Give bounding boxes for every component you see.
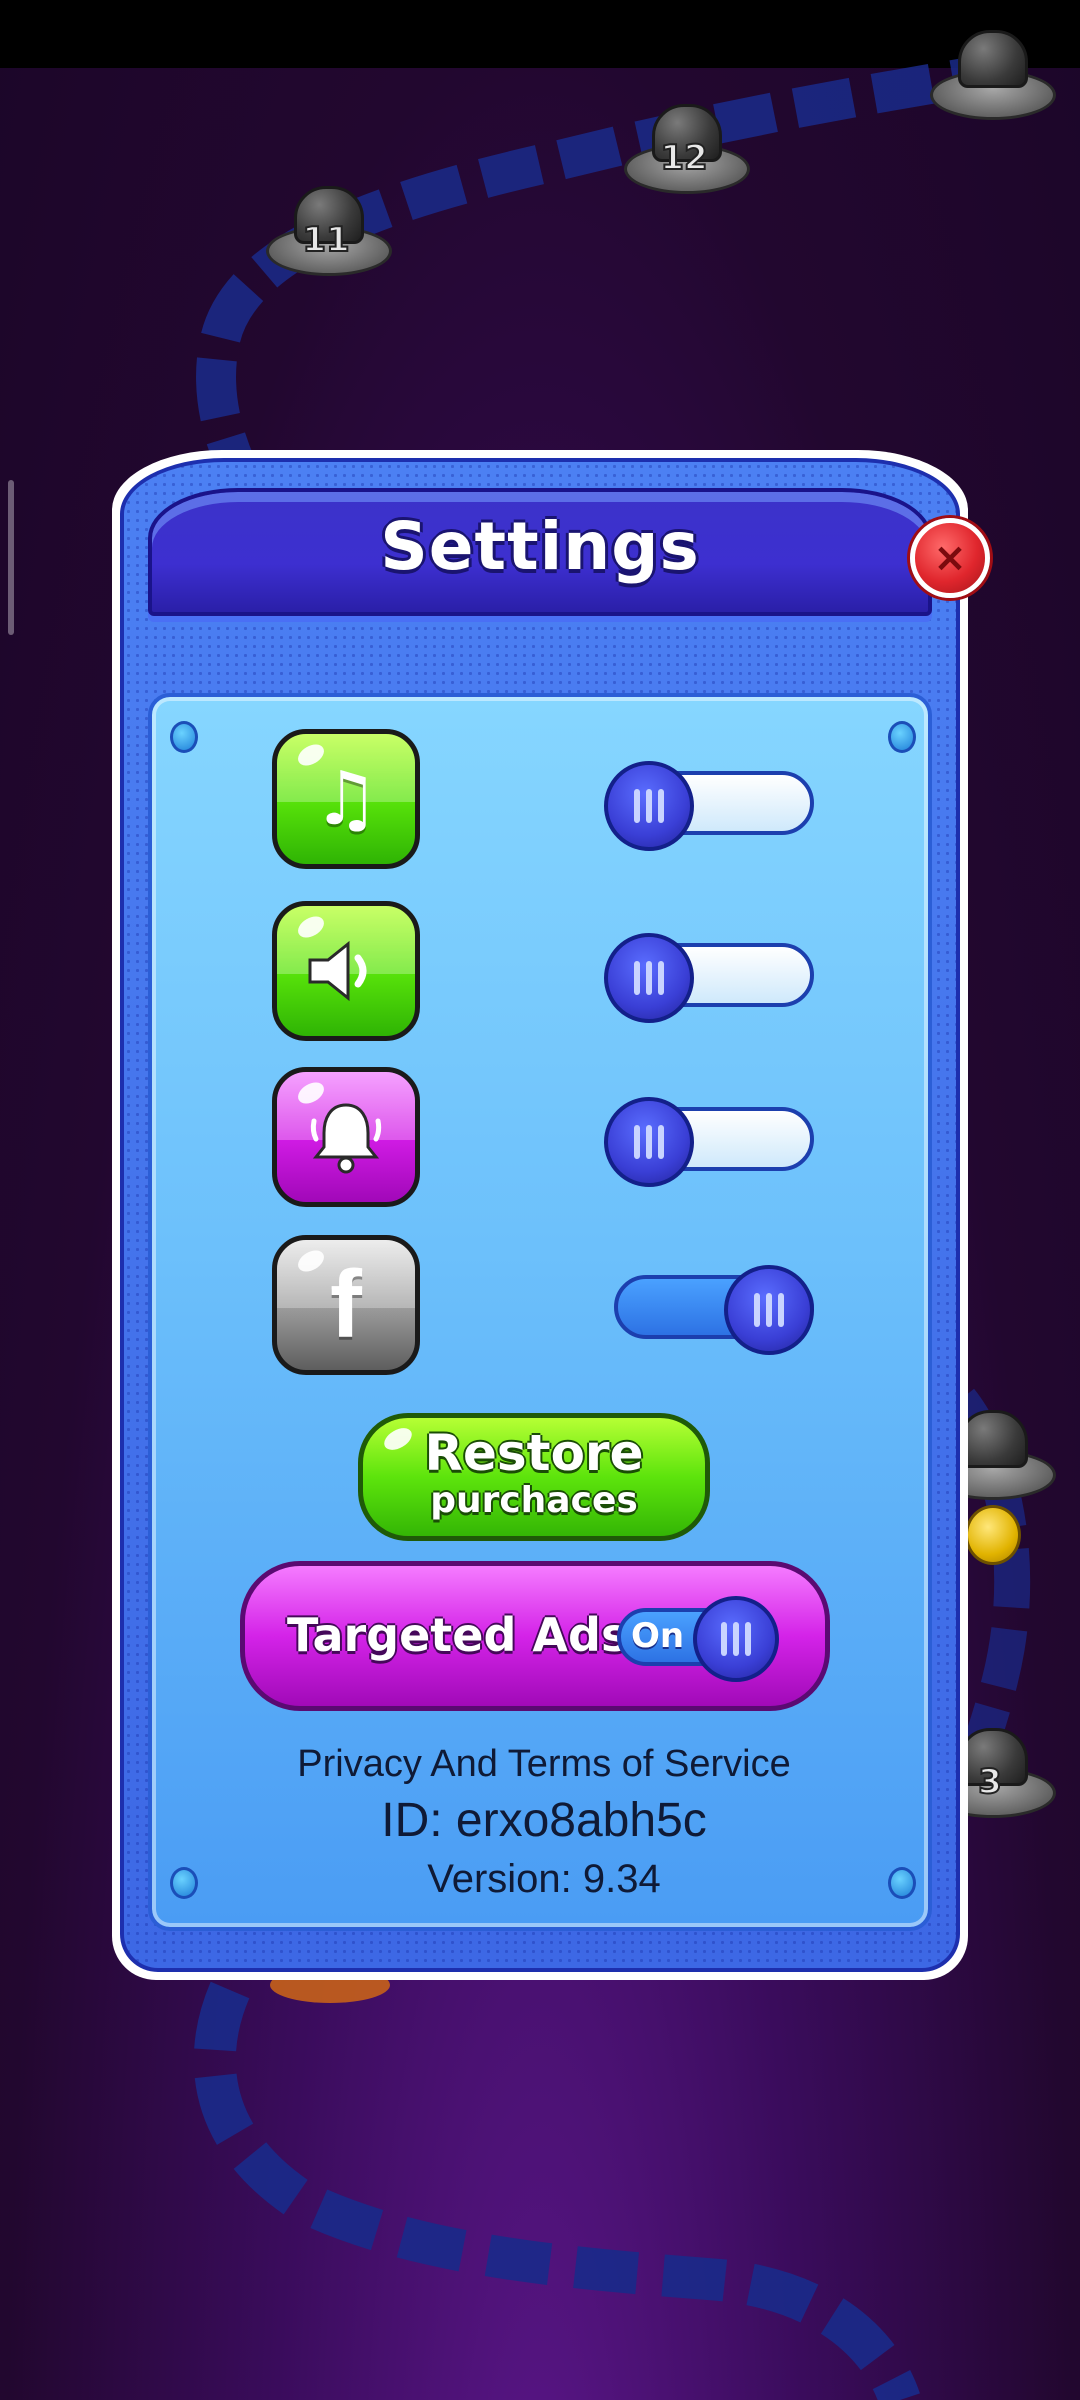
music-toggle[interactable] xyxy=(604,761,814,851)
rivet-icon xyxy=(170,721,198,753)
toggle-knob[interactable] xyxy=(604,933,694,1023)
toggle-state-label: On xyxy=(631,1616,685,1656)
facebook-toggle[interactable] xyxy=(614,1265,814,1355)
targeted-ads-bar[interactable]: Targeted Ads On xyxy=(240,1561,830,1711)
speaker-icon xyxy=(308,940,367,1002)
music-note-icon: ♫ xyxy=(312,756,380,842)
notifications-toggle[interactable] xyxy=(604,1097,814,1187)
bell-icon xyxy=(310,1103,382,1174)
rivet-icon xyxy=(888,721,916,753)
coin-icon xyxy=(965,1505,1021,1565)
modal-title: Settings xyxy=(380,508,700,585)
facebook-icon: f xyxy=(330,1251,362,1358)
sound-button[interactable] xyxy=(272,901,420,1041)
toggle-knob[interactable] xyxy=(693,1596,779,1682)
level-node-12[interactable]: 12 xyxy=(624,104,750,194)
settings-modal: Settings × ♫ f Restore purchaces Targete… xyxy=(112,450,990,1980)
purchases-label: purchaces xyxy=(430,1480,638,1521)
version-label: Version: 9.34 xyxy=(427,1857,661,1901)
facebook-button[interactable]: f xyxy=(272,1235,420,1375)
level-node-11[interactable]: 11 xyxy=(266,186,392,276)
level-number: 11 xyxy=(301,219,350,261)
music-button[interactable]: ♫ xyxy=(272,729,420,869)
targeted-ads-label: Targeted Ads xyxy=(287,1608,629,1662)
level-node-partial[interactable] xyxy=(930,30,1056,120)
toggle-knob[interactable] xyxy=(724,1265,814,1355)
restore-purchases-button[interactable]: Restore purchaces xyxy=(358,1413,710,1541)
toggle-knob[interactable] xyxy=(604,761,694,851)
privacy-terms-link[interactable]: Privacy And Terms of Service xyxy=(152,1743,936,1786)
notifications-button[interactable] xyxy=(272,1067,420,1207)
player-id: ID: erxo8abh5c xyxy=(381,1794,707,1847)
close-button[interactable]: × xyxy=(910,518,990,598)
targeted-ads-toggle[interactable]: On xyxy=(617,1596,779,1682)
restore-label: Restore xyxy=(424,1424,644,1482)
toggle-knob[interactable] xyxy=(604,1097,694,1187)
level-number: 12 xyxy=(659,137,708,179)
sound-toggle[interactable] xyxy=(604,933,814,1023)
close-icon: × xyxy=(933,535,967,581)
title-banner: Settings xyxy=(148,488,932,616)
settings-panel: ♫ f Restore purchaces Targeted Ads On Pr… xyxy=(148,693,932,1931)
